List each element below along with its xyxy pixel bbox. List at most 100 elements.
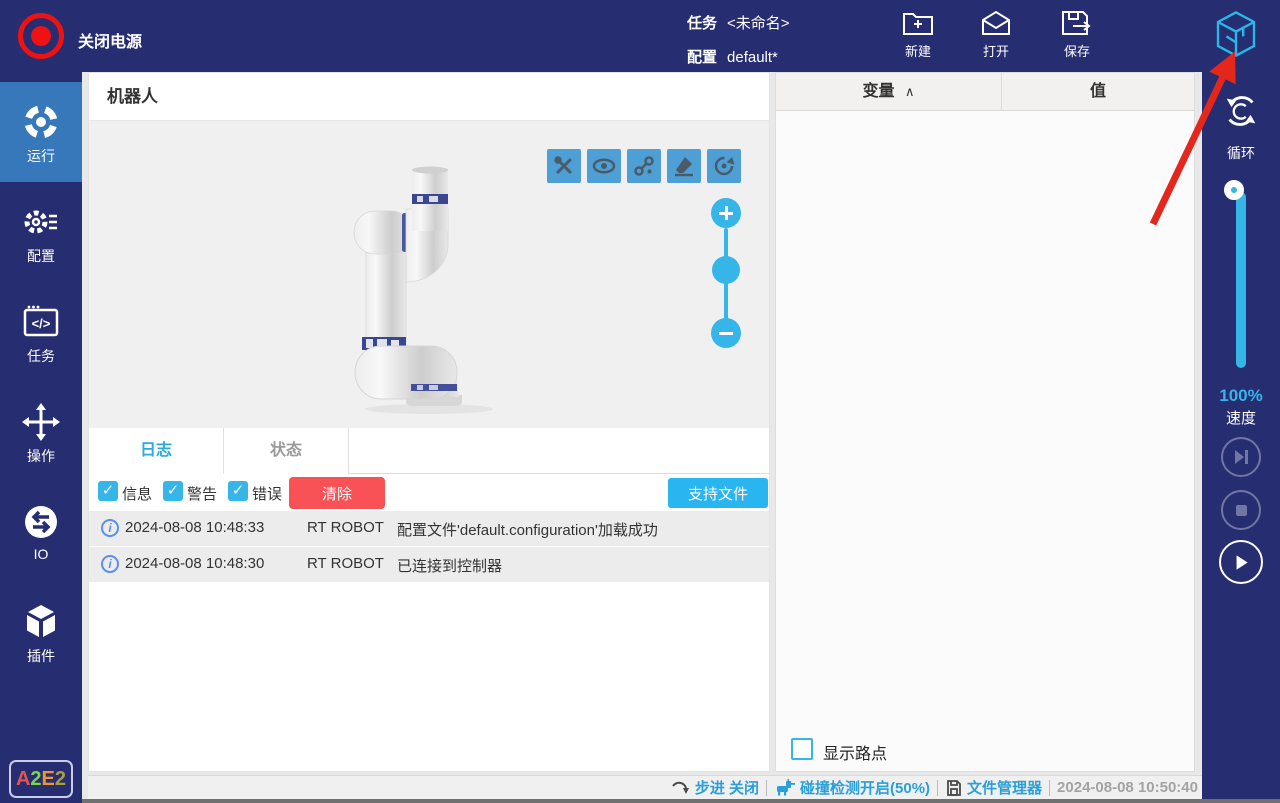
- statusbar-divider: [1049, 780, 1050, 796]
- new-label: 新建: [886, 41, 950, 60]
- rotate-icon: [712, 154, 736, 178]
- filter-warning-label: 警告: [187, 483, 217, 504]
- step-mode-toggle[interactable]: 步进 关闭: [671, 777, 759, 798]
- sidebar-item-io[interactable]: IO: [0, 482, 82, 582]
- cube-logo-icon[interactable]: [1212, 10, 1260, 58]
- log-tabbar: 日志 状态: [89, 428, 769, 474]
- sidebar-label: 插件: [0, 646, 82, 666]
- sidebar-item-run[interactable]: 运行: [0, 82, 82, 182]
- speed-percent: 100%: [1202, 386, 1280, 406]
- zoom-slider-handle[interactable]: [712, 256, 740, 284]
- task-row: 任务 <未命名>: [687, 12, 790, 33]
- log-entry: i 2024-08-08 10:48:33 RT ROBOT 配置文件'defa…: [89, 511, 769, 546]
- info-icon: i: [101, 519, 119, 537]
- zoom-in-button[interactable]: [711, 198, 741, 228]
- speed-slider-handle[interactable]: [1224, 180, 1244, 200]
- tab-log[interactable]: 日志: [89, 428, 224, 474]
- io-icon: [21, 502, 61, 542]
- log-source: RT ROBOT: [307, 555, 384, 572]
- sidebar-label: 运行: [0, 146, 82, 166]
- sidebar-item-task[interactable]: </> 任务: [0, 282, 82, 382]
- config-row: 配置 default*: [687, 46, 778, 67]
- filter-error-checkbox[interactable]: [228, 481, 248, 501]
- log-message: 已连接到控制器: [397, 555, 502, 576]
- file-manager-button[interactable]: 文件管理器: [945, 777, 1042, 798]
- sidebar-item-plugin[interactable]: 插件: [0, 582, 82, 682]
- variables-panel: 变量 ∧ 值 显示路点: [775, 72, 1195, 772]
- clear-log-button[interactable]: 清除: [289, 477, 385, 509]
- log-time: 2024-08-08 10:48:30: [125, 555, 264, 572]
- sidebar-item-config[interactable]: 配置: [0, 182, 82, 282]
- zoom-out-button[interactable]: [711, 318, 741, 348]
- sort-caret-icon: ∧: [905, 84, 915, 99]
- task-code-icon: </>: [21, 302, 61, 342]
- value-column-header: 值: [1001, 73, 1194, 111]
- config-label: 配置: [687, 49, 717, 66]
- task-label: 任务: [687, 15, 717, 32]
- tab-status[interactable]: 状态: [224, 428, 349, 474]
- variable-header-label: 变量: [863, 83, 895, 100]
- filter-info-checkbox[interactable]: [98, 481, 118, 501]
- top-bar: 关闭电源 任务<未命名> 配置default* 新建 打开: [0, 0, 1280, 72]
- new-file-icon: [902, 8, 934, 38]
- save-label: 保存: [1045, 41, 1109, 60]
- view-tools-button[interactable]: [547, 149, 581, 183]
- task-value: <未命名>: [727, 15, 790, 32]
- variables-header: 变量 ∧ 值: [776, 73, 1194, 111]
- info-icon: i: [101, 555, 119, 573]
- operate-move-icon: [21, 402, 61, 442]
- open-task-button[interactable]: 打开: [964, 8, 1028, 60]
- a2e2-badge[interactable]: A2E2: [9, 760, 73, 798]
- sidebar-label: 配置: [0, 246, 82, 266]
- config-value: default*: [727, 49, 778, 66]
- open-label: 打开: [964, 41, 1028, 60]
- filter-info-label: 信息: [122, 483, 152, 504]
- sidebar-item-operate[interactable]: 操作: [0, 382, 82, 482]
- view-visibility-button[interactable]: [587, 149, 621, 183]
- open-file-icon: [980, 8, 1012, 38]
- stop-icon: [1232, 501, 1250, 519]
- tools-icon: [552, 154, 576, 178]
- status-bar: 步进 关闭 碰撞检测开启(50%) 文件管理器 2024-08-08 10: [88, 775, 1202, 799]
- badge-char: E: [42, 768, 55, 790]
- show-waypoints-label: 显示路点: [823, 740, 887, 764]
- collision-robot-icon: [774, 779, 796, 796]
- window-bottom-edge: [82, 799, 1280, 803]
- view-path-button[interactable]: [627, 149, 661, 183]
- loop-label: 循环: [1202, 143, 1280, 163]
- robot-panel: 机器人: [88, 72, 770, 772]
- path-icon: [632, 154, 656, 178]
- skip-end-icon: [1232, 448, 1250, 466]
- step-to-end-button[interactable]: [1221, 437, 1261, 477]
- log-message: 配置文件'default.configuration'加载成功: [397, 519, 658, 540]
- right-sidebar: 循环 100% 速度: [1202, 72, 1280, 799]
- step-arrow-icon: [671, 780, 691, 796]
- save-task-button[interactable]: 保存: [1045, 8, 1109, 60]
- view-rotate-button[interactable]: [707, 149, 741, 183]
- speed-slider-track[interactable]: [1236, 192, 1246, 368]
- collision-label: 碰撞检测开启(50%): [800, 777, 930, 798]
- left-sidebar: 运行 配置 </> 任务 操作: [0, 72, 82, 803]
- robot-3d-viewport[interactable]: [89, 121, 769, 428]
- show-waypoints-checkbox[interactable]: [791, 738, 813, 760]
- collision-detection-toggle[interactable]: 碰撞检测开启(50%): [774, 777, 930, 798]
- loop-mode-button[interactable]: 循环: [1202, 90, 1280, 163]
- badge-char: 2: [30, 768, 41, 790]
- variable-column-header[interactable]: 变量 ∧: [776, 73, 1001, 111]
- run-icon: [21, 102, 61, 142]
- new-task-button[interactable]: 新建: [886, 8, 950, 60]
- save-file-icon: [1060, 8, 1094, 38]
- svg-text:</>: </>: [32, 316, 51, 331]
- sidebar-label: 任务: [0, 346, 82, 366]
- support-files-button[interactable]: 支持文件: [668, 478, 768, 508]
- panel-title: 机器人: [89, 73, 769, 121]
- filter-warning-checkbox[interactable]: [163, 481, 183, 501]
- speed-label: 速度: [1202, 407, 1280, 428]
- play-button[interactable]: [1219, 540, 1263, 584]
- log-time: 2024-08-08 10:48:33: [125, 519, 264, 536]
- file-manager-label: 文件管理器: [967, 777, 1042, 798]
- power-icon: [31, 26, 51, 46]
- stop-button[interactable]: [1221, 490, 1261, 530]
- power-button[interactable]: [18, 13, 64, 59]
- view-eraser-button[interactable]: [667, 149, 701, 183]
